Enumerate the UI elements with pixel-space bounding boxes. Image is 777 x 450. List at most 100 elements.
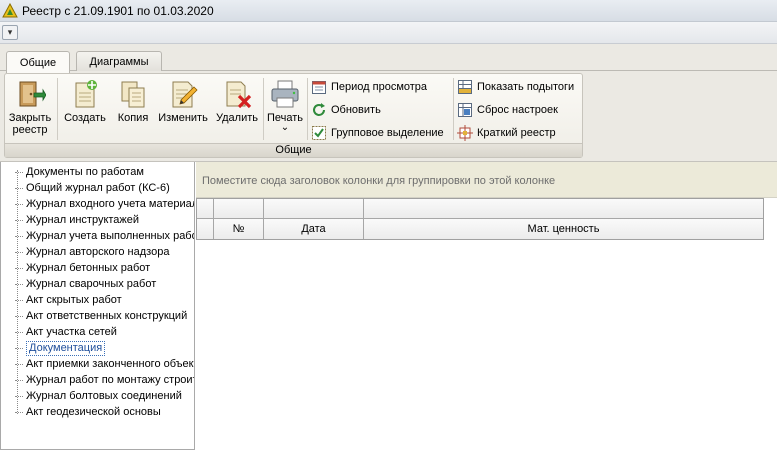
- column-header-number[interactable]: №: [214, 219, 264, 239]
- tree-item[interactable]: Журнал авторского надзора: [15, 244, 194, 260]
- print-button[interactable]: Печать ⌄: [265, 76, 305, 142]
- show-subtotals-label: Показать подытоги: [477, 81, 575, 93]
- ribbon: Закрыть реестр Создать Копия Изменить Уд…: [0, 71, 777, 162]
- delete-document-icon: [226, 81, 252, 109]
- header-filter-corner[interactable]: [197, 199, 214, 219]
- quick-access-menu-button[interactable]: ▾: [2, 25, 18, 40]
- tree-item[interactable]: Документы по работам: [15, 164, 194, 180]
- tree-connector: [15, 363, 23, 365]
- tree-item[interactable]: Журнал бетонных работ: [15, 260, 194, 276]
- tree-item-label: Документы по работам: [26, 166, 144, 178]
- delete-button[interactable]: Удалить: [212, 76, 262, 142]
- group-by-hint: Поместите сюда заголовок колонки для гру…: [202, 175, 556, 187]
- tree-item-label: Журнал сварочных работ: [26, 278, 157, 290]
- tree-connector: [15, 187, 23, 189]
- tree-item-label: Журнал учета выполненных работ: [26, 230, 195, 242]
- chevron-down-icon: ▾: [7, 27, 13, 37]
- copy-documents-icon: [121, 81, 145, 108]
- column-header-material-value[interactable]: Мат. ценность: [364, 219, 763, 239]
- tree-item[interactable]: Акт ответственных конструкций: [15, 308, 194, 324]
- checklist-icon: [312, 126, 326, 140]
- short-registry-label: Краткий реестр: [477, 127, 556, 139]
- view-period-label: Период просмотра: [331, 81, 428, 93]
- tab-label: Общие: [19, 56, 57, 69]
- tree-item-label: Акт ответственных конструкций: [26, 310, 188, 322]
- ribbon-separator: [307, 78, 308, 140]
- tree-item-label: Журнал входного учета материалов: [26, 198, 195, 210]
- tree-item[interactable]: Акт приемки законченного объекта: [15, 356, 195, 372]
- tree-item[interactable]: Акт геодезической основы: [15, 404, 194, 420]
- calendar-icon: [312, 81, 326, 94]
- group-selection-button[interactable]: Групповое выделение: [311, 123, 444, 143]
- tree-item[interactable]: Журнал болтовых соединений: [15, 388, 194, 404]
- view-period-button[interactable]: Период просмотра: [311, 77, 427, 97]
- tree-connector: [15, 347, 23, 349]
- ribbon-separator: [57, 78, 58, 140]
- printer-icon: [271, 80, 299, 108]
- show-subtotals-button[interactable]: Показать подытоги: [457, 77, 574, 97]
- delete-label: Удалить: [216, 112, 258, 124]
- title-bar: Реестр с 21.09.1901 по 01.03.2020: [0, 0, 777, 22]
- tree-connector: [15, 235, 23, 237]
- tree-item[interactable]: Журнал сварочных работ: [15, 276, 194, 292]
- edit-label: Изменить: [158, 112, 208, 124]
- ribbon-separator: [263, 78, 264, 140]
- group-by-panel[interactable]: Поместите сюда заголовок колонки для гру…: [196, 162, 777, 198]
- tree-item[interactable]: Журнал инструктажей: [15, 212, 194, 228]
- tree-connector: [15, 395, 23, 397]
- refresh-label: Обновить: [331, 104, 381, 116]
- short-registry-icon: [457, 125, 473, 141]
- tree-item-label: Акт приемки законченного объекта: [26, 358, 195, 370]
- ribbon-group-label: Общие: [5, 143, 582, 157]
- subtotals-icon: [458, 80, 472, 94]
- tree-item-label: Акт геодезической основы: [26, 406, 161, 418]
- header-band: [264, 199, 364, 219]
- column-header-label: Мат. ценность: [527, 223, 600, 235]
- ribbon-tabstrip: Общие Диаграммы: [0, 44, 777, 73]
- close-registry-button[interactable]: Закрыть реестр: [8, 76, 52, 142]
- tab-label: Диаграммы: [89, 56, 149, 68]
- tree-connector: [15, 283, 23, 285]
- app-logo-icon: [2, 2, 18, 17]
- refresh-icon: [313, 103, 325, 116]
- reset-settings-label: Сброс настроек: [477, 104, 558, 116]
- tree-connector: [15, 267, 23, 269]
- tree-item[interactable]: Акт скрытых работ: [15, 292, 194, 308]
- tab-general[interactable]: Общие: [6, 51, 70, 73]
- tree-item[interactable]: Журнал работ по монтажу строительных: [15, 372, 194, 388]
- tree-connector: [15, 251, 23, 253]
- tree-connector: [15, 203, 23, 205]
- header-band: [364, 199, 763, 219]
- tree-connector: [15, 299, 23, 301]
- new-document-icon: [75, 80, 97, 108]
- tree-item-label: Журнал инструктажей: [26, 214, 140, 226]
- tree-item[interactable]: Акт участка сетей: [15, 324, 194, 340]
- column-header-date[interactable]: Дата: [264, 219, 364, 239]
- reset-settings-icon: [458, 103, 472, 117]
- tree-item-label: Акт участка сетей: [26, 326, 117, 338]
- grid-header: № Дата Мат. ценность: [196, 198, 764, 240]
- tree-connector: [15, 171, 23, 173]
- tree-item-label: Документация: [26, 341, 106, 356]
- data-grid[interactable]: № Дата Мат. ценность: [196, 198, 777, 450]
- tab-charts[interactable]: Диаграммы: [76, 51, 162, 72]
- short-registry-button[interactable]: Краткий реестр: [457, 123, 556, 143]
- tree-item-label: Журнал авторского надзора: [26, 246, 170, 258]
- copy-button[interactable]: Копия: [111, 76, 155, 142]
- tree-item[interactable]: Общий журнал работ (КС-6): [15, 180, 194, 196]
- edit-button[interactable]: Изменить: [156, 76, 210, 142]
- refresh-button[interactable]: Обновить: [311, 100, 381, 120]
- door-exit-icon: [19, 81, 46, 107]
- document-tree[interactable]: Документы по работам Общий журнал работ …: [0, 162, 195, 450]
- group-selection-label: Групповое выделение: [331, 127, 444, 139]
- reset-settings-button[interactable]: Сброс настроек: [457, 100, 558, 120]
- tree-item-selected[interactable]: Документация: [15, 340, 194, 356]
- window-title: Реестр с 21.09.1901 по 01.03.2020: [22, 3, 214, 18]
- tree-item[interactable]: Журнал учета выполненных работ: [15, 228, 195, 244]
- ribbon-group-general: Закрыть реестр Создать Копия Изменить Уд…: [4, 73, 583, 158]
- row-indicator-header: [197, 219, 214, 239]
- header-band: [214, 199, 264, 219]
- tree-item[interactable]: Журнал входного учета материалов: [15, 196, 195, 212]
- create-button[interactable]: Создать: [61, 76, 109, 142]
- tree-connector: [15, 331, 23, 333]
